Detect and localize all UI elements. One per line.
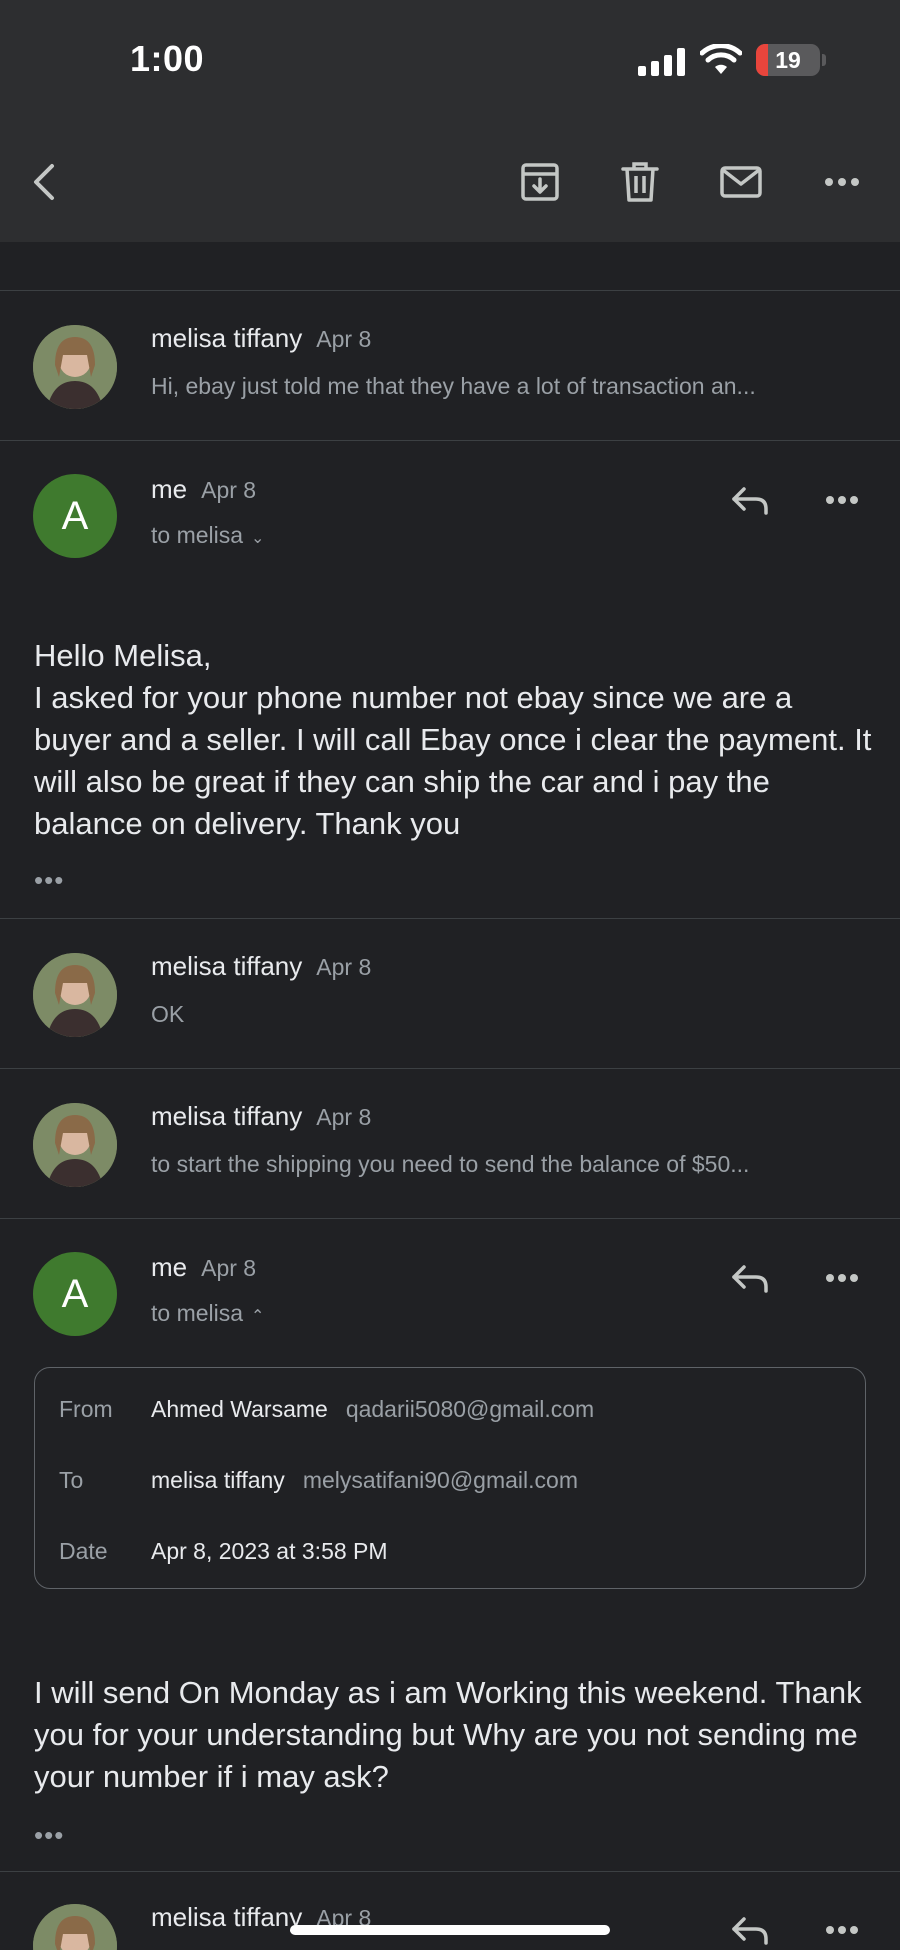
details-from-email[interactable]: qadarii5080@gmail.com	[346, 1396, 594, 1422]
mail-icon	[720, 166, 762, 198]
recipient-toggle[interactable]: to melisa ⌃	[151, 1300, 264, 1327]
message-date: Apr 8	[201, 477, 257, 503]
avatar: A	[33, 474, 117, 558]
chevron-up-icon: ⌃	[251, 1308, 265, 1325]
cellular-signal-icon	[638, 48, 685, 76]
divider	[0, 440, 900, 441]
message-body: Hello Melisa, I asked for your phone num…	[34, 635, 874, 845]
show-trimmed-content-button[interactable]: •••	[34, 865, 64, 896]
message-snippet: to start the shipping you need to send t…	[151, 1151, 750, 1177]
delete-button[interactable]	[616, 158, 664, 206]
message-details-card: From Ahmed Warsame qadarii5080@gmail.com …	[34, 1367, 866, 1589]
reply-button[interactable]	[726, 1254, 774, 1302]
body-line: Hello Melisa,	[34, 638, 212, 673]
reply-icon	[732, 487, 768, 515]
reply-icon	[732, 1265, 768, 1293]
status-bar: 1:00 19	[0, 0, 900, 120]
reply-icon	[732, 1917, 768, 1945]
more-horizontal-icon	[825, 178, 859, 186]
details-date-value: Apr 8, 2023 at 3:58 PM	[151, 1538, 388, 1564]
chevron-left-icon	[34, 164, 54, 200]
sender-name: melisa tiffany	[151, 1101, 303, 1131]
battery-icon: 19	[756, 44, 820, 76]
message-snippet: OK	[151, 1001, 185, 1027]
message-date: Apr 8	[201, 1255, 257, 1281]
recipient-text: to melisa	[151, 1300, 244, 1326]
more-horizontal-icon	[826, 1274, 858, 1282]
mark-unread-button[interactable]	[717, 158, 765, 206]
message-body: I will send On Monday as i am Working th…	[34, 1672, 874, 1798]
battery-level: 19	[775, 47, 801, 73]
avatar	[33, 1904, 117, 1950]
divider	[0, 290, 900, 291]
trash-icon	[621, 162, 659, 202]
recipient-toggle[interactable]: to melisa ⌄	[151, 522, 264, 549]
archive-icon	[521, 163, 559, 201]
top-toolbar	[0, 120, 900, 242]
sender-name: melisa tiffany	[151, 951, 303, 981]
divider	[0, 1068, 900, 1069]
wifi-icon	[700, 44, 742, 74]
details-to-email[interactable]: melysatifani90@gmail.com	[303, 1467, 578, 1493]
more-horizontal-icon	[826, 496, 858, 504]
home-indicator[interactable]	[290, 1925, 610, 1935]
divider	[0, 1871, 900, 1872]
divider	[0, 1218, 900, 1219]
details-to-label: To	[59, 1467, 84, 1493]
status-time: 1:00	[130, 38, 205, 79]
details-date-label: Date	[59, 1538, 108, 1564]
sender-name: me	[151, 474, 188, 504]
body-line: I asked for your phone number not ebay s…	[34, 680, 872, 841]
details-from-label: From	[59, 1396, 113, 1422]
avatar	[33, 953, 117, 1037]
sender-name: melisa tiffany	[151, 323, 303, 353]
message-more-button[interactable]	[818, 1254, 866, 1302]
recipient-text: to melisa	[151, 522, 244, 548]
archive-button[interactable]	[516, 158, 564, 206]
details-to-name: melisa tiffany	[151, 1467, 285, 1493]
avatar	[33, 325, 117, 409]
message-date: Apr 8	[316, 326, 372, 352]
back-button[interactable]	[22, 158, 70, 206]
avatar	[33, 1103, 117, 1187]
divider	[0, 918, 900, 919]
more-horizontal-icon	[826, 1926, 858, 1934]
more-options-button[interactable]	[818, 158, 866, 206]
message-more-button[interactable]	[818, 1906, 866, 1950]
avatar: A	[33, 1252, 117, 1336]
body-line: I will send On Monday as i am Working th…	[34, 1675, 862, 1794]
message-snippet: Hi, ebay just told me that they have a l…	[151, 373, 756, 399]
reply-button[interactable]	[726, 1906, 774, 1950]
message-more-button[interactable]	[818, 476, 866, 524]
reply-button[interactable]	[726, 476, 774, 524]
show-trimmed-content-button[interactable]: •••	[34, 1820, 64, 1851]
sender-name: melisa tiffany	[151, 1902, 303, 1932]
details-from-name: Ahmed Warsame	[151, 1396, 328, 1422]
chevron-down-icon: ⌄	[251, 530, 265, 547]
message-date: Apr 8	[316, 1104, 372, 1130]
sender-name: me	[151, 1252, 188, 1282]
message-date: Apr 8	[316, 954, 372, 980]
